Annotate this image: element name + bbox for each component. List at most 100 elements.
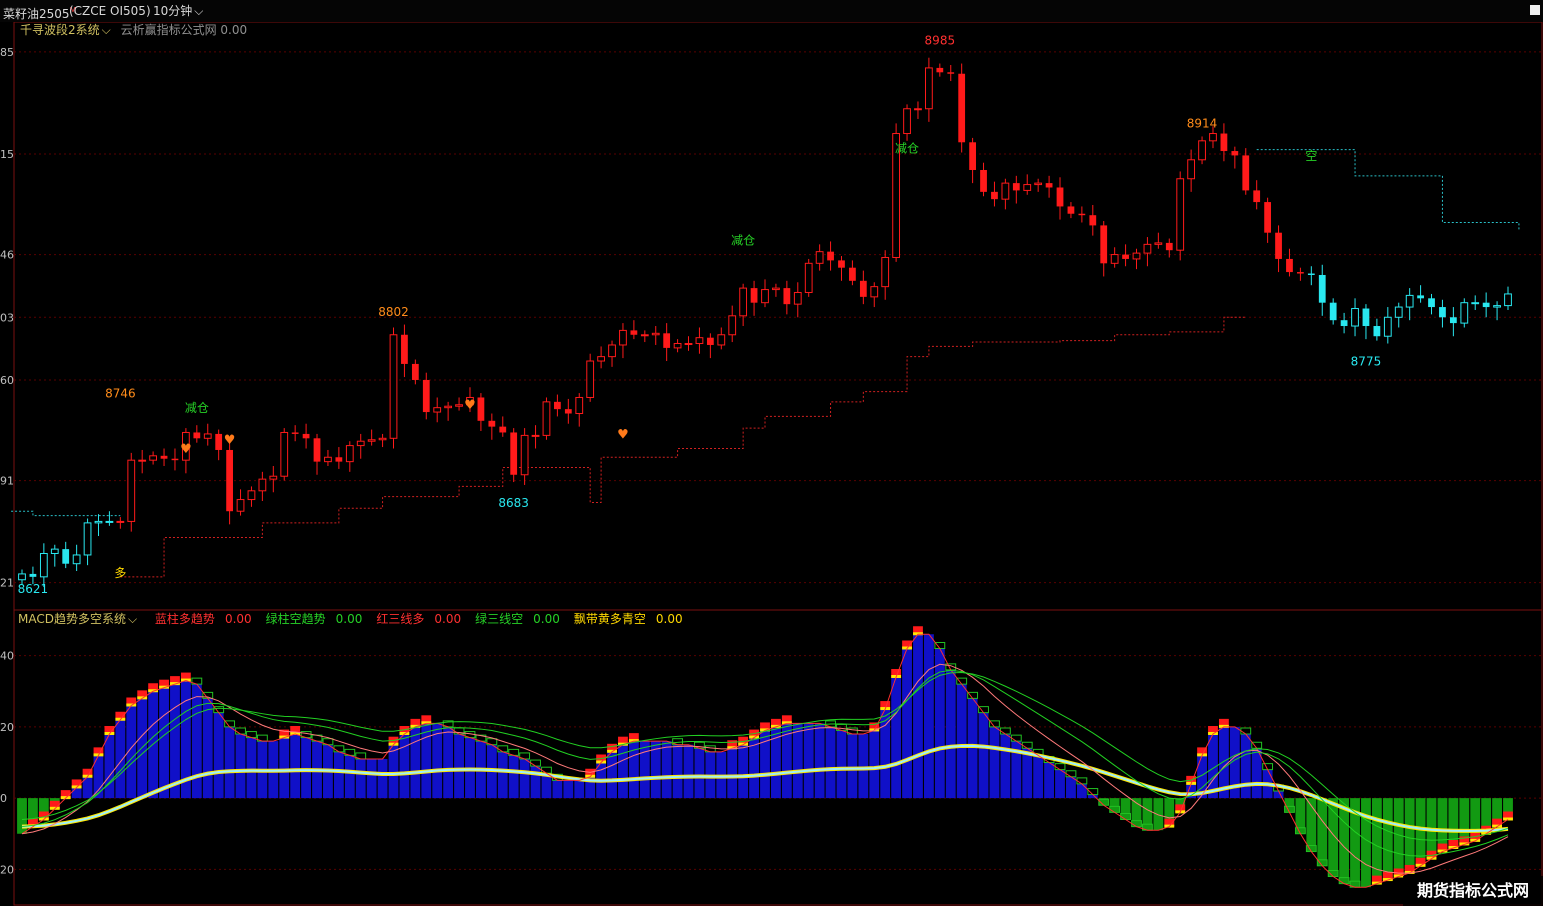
period-dropdown[interactable]: 10分钟 ⌵ <box>153 0 203 22</box>
candle-body <box>1154 242 1163 245</box>
candle-body <box>1198 140 1206 161</box>
macd-histogram-bar <box>858 734 869 799</box>
candle-body <box>1482 302 1490 308</box>
candle-body <box>663 333 671 348</box>
candle-body <box>510 432 518 475</box>
candle-body <box>324 456 332 463</box>
candle-body <box>1297 272 1304 274</box>
candle-body <box>695 337 704 345</box>
macd-histogram-bar <box>836 730 847 799</box>
macd-histogram-bar <box>1131 798 1142 827</box>
candle-body <box>1286 258 1293 273</box>
price-annotation: 8775 <box>1351 354 1382 368</box>
y-tick-label: 91 <box>0 475 14 488</box>
candle-body <box>291 432 299 434</box>
price-annotation: 8746 <box>105 386 136 400</box>
candle-body <box>193 432 201 439</box>
macd-histogram-bar <box>552 780 563 799</box>
candle-body <box>728 315 737 336</box>
falling-cap <box>999 727 1011 735</box>
candle-body <box>1110 254 1119 264</box>
falling-cap <box>1065 770 1077 778</box>
candle-body <box>630 330 638 335</box>
macd-histogram-bar <box>1000 734 1011 799</box>
candle-body <box>597 356 605 362</box>
macd-histogram-bar <box>497 751 508 799</box>
candle-body <box>477 397 485 421</box>
price-annotation: 8621 <box>18 582 49 596</box>
candle-body <box>401 334 408 364</box>
falling-cap <box>1240 727 1252 735</box>
candle-body <box>1056 187 1064 207</box>
candlestick-chart[interactable]: 85 15 46 03 60 91 21 8621 多 8746 减仓 8802 8683 减仓 8985 减… <box>0 22 1543 610</box>
falling-cap <box>235 727 246 735</box>
title-bar: 菜籽油2505M (CZCE OI505) 10分钟 ⌵ <box>0 0 1543 22</box>
period-label: 10分钟 <box>153 4 193 18</box>
candle-body <box>1176 178 1185 251</box>
macd-histogram-bar <box>366 758 377 799</box>
stop-line <box>120 316 1246 578</box>
falling-cap <box>541 766 552 774</box>
macd-chart[interactable]: 40 20 0 20 <box>0 610 1543 906</box>
candle-body <box>1078 213 1086 216</box>
candle-body <box>1034 182 1043 186</box>
heart-icon: ♥ <box>180 442 192 457</box>
candle-body <box>859 280 867 297</box>
candle-body <box>849 267 856 281</box>
macd-histogram-bar <box>1404 798 1415 873</box>
symbol-text: 菜籽油2505 <box>3 7 70 21</box>
watermark: 期货指标公式网 <box>1403 876 1543 906</box>
candle-body <box>838 260 845 268</box>
macd-histogram-bar <box>235 734 246 799</box>
candle-body <box>739 287 748 317</box>
macd-histogram-bar <box>246 737 257 799</box>
candle-body <box>1307 273 1315 275</box>
macd-histogram-bar <box>902 648 912 799</box>
macd-histogram-bar <box>923 634 934 799</box>
macd-histogram-bar <box>159 687 169 799</box>
candle-body <box>29 573 37 577</box>
macd-histogram-bar <box>191 684 202 799</box>
macd-histogram-bar <box>443 726 454 799</box>
candle-body <box>1428 298 1435 308</box>
macd-histogram-bar <box>410 726 421 799</box>
y-tick-label: 46 <box>0 249 14 262</box>
candle-body <box>62 549 70 564</box>
candle-body <box>302 433 310 439</box>
candle-body <box>1405 294 1414 308</box>
candle-body <box>1439 307 1446 318</box>
macd-histogram-bar <box>1055 769 1065 799</box>
candle-body <box>706 337 714 345</box>
candle-body <box>947 72 955 74</box>
macd-histogram-bar <box>672 744 683 799</box>
candle-body <box>619 329 627 346</box>
macd-histogram-bar <box>1393 798 1404 877</box>
macd-histogram-bar <box>738 744 749 799</box>
candle-body <box>313 438 321 462</box>
macd-histogram-bar <box>683 744 694 799</box>
y-tick-label: 0 <box>0 792 7 805</box>
macd-histogram-bar <box>137 698 148 799</box>
candle-body <box>1132 252 1141 260</box>
candle-body <box>914 108 922 111</box>
candle-body <box>1329 302 1337 321</box>
candle-body <box>455 404 463 407</box>
candle-body <box>280 431 289 477</box>
macd-histogram-bar <box>1382 798 1393 881</box>
macd-histogram-bar <box>213 712 224 799</box>
candle-body <box>1253 190 1261 203</box>
close-icon[interactable] <box>1530 5 1540 15</box>
candle-body <box>258 478 267 492</box>
candle-body <box>138 459 147 462</box>
candle-body <box>870 286 879 298</box>
macd-histogram-bar <box>1317 798 1328 866</box>
macd-histogram-bar <box>224 726 235 799</box>
macd-histogram-bar <box>607 751 617 799</box>
contract-code: (CZCE OI505) <box>69 4 151 18</box>
falling-cap <box>1010 734 1022 742</box>
candle-body <box>160 455 168 459</box>
macd-histogram-bar <box>1328 798 1339 877</box>
candle-body <box>1383 316 1392 337</box>
macd-histogram-bar <box>279 737 290 799</box>
y-tick-label: 15 <box>0 148 14 161</box>
